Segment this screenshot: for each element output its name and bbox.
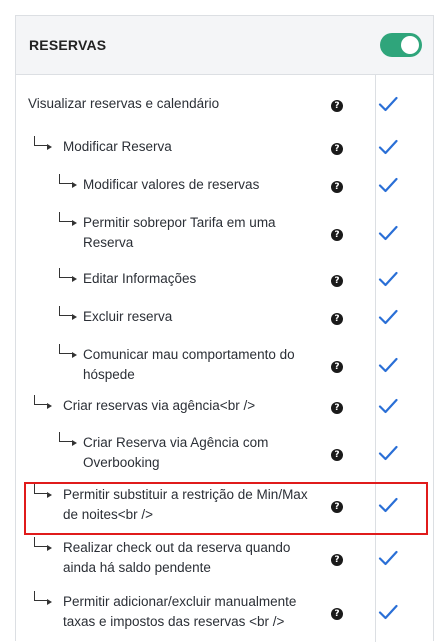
sub-item-arrow-icon [59, 268, 77, 282]
help-icon[interactable]: ? [331, 100, 343, 112]
help-icon[interactable]: ? [331, 313, 343, 325]
checkmark-icon[interactable] [378, 96, 398, 112]
permission-label-line: Permitir sobrepor Tarifa em uma [83, 215, 276, 230]
sub-item-arrow-icon [34, 537, 52, 551]
permission-label: Modificar Reserva [63, 137, 172, 157]
section-header: RESERVAS [16, 16, 433, 75]
permission-label-line: hóspede [83, 367, 135, 382]
sub-item-arrow-icon [34, 136, 52, 150]
help-icon[interactable]: ? [331, 361, 343, 373]
permission-label: Excluir reserva [83, 307, 172, 327]
section-title: RESERVAS [29, 37, 107, 53]
checkmark-icon[interactable] [378, 445, 398, 461]
permission-label-line: Visualizar reservas e calendário [28, 96, 220, 111]
permission-label-line: Permitir adicionar/excluir manualmente [63, 594, 297, 609]
help-icon[interactable]: ? [331, 554, 343, 566]
permission-row: Realizar check out da reserva quando aind… [0, 535, 417, 575]
permission-label-line: Comunicar mau comportamento do [83, 347, 295, 362]
permission-row: Permitir adicionar/excluir manualmente ta… [0, 589, 417, 629]
highlight-box [24, 482, 428, 535]
help-icon[interactable]: ? [331, 181, 343, 193]
sub-item-arrow-icon [59, 174, 77, 188]
checkmark-icon[interactable] [378, 271, 398, 287]
permission-label: Criar Reserva via Agência com Overbooking [83, 433, 268, 473]
help-icon[interactable]: ? [331, 402, 343, 414]
permission-label: Realizar check out da reserva quando aind… [63, 538, 290, 578]
permission-label-line: taxas e impostos das reservas <br /> [63, 614, 285, 629]
permission-label-line: Modificar valores de reservas [83, 177, 260, 192]
permission-label-line: Overbooking [83, 455, 160, 470]
permission-label-line: Criar reservas via agência<br /> [63, 398, 256, 413]
permission-label: Criar reservas via agência<br /> [63, 396, 255, 416]
permission-label-line: Editar Informações [83, 271, 197, 286]
permission-row: Criar reservas via agência<br />? [0, 393, 417, 421]
sub-item-arrow-icon [34, 591, 52, 605]
permission-label: Permitir adicionar/excluir manualmente ta… [63, 592, 296, 632]
permission-row: Comunicar mau comportamento do hóspede? [0, 342, 417, 382]
help-icon[interactable]: ? [331, 275, 343, 287]
help-icon[interactable]: ? [331, 608, 343, 620]
permission-label-line: ainda há saldo pendente [63, 560, 211, 575]
permission-label-line: Realizar check out da reserva quando [63, 540, 291, 555]
permission-row: Criar Reserva via Agência com Overbooking… [0, 430, 417, 470]
help-icon[interactable]: ? [331, 449, 343, 461]
sub-item-arrow-icon [59, 344, 77, 358]
checkmark-icon[interactable] [378, 177, 398, 193]
permission-row: Permitir sobrepor Tarifa em uma Reserva? [0, 210, 417, 250]
section-toggle-switch[interactable] [380, 33, 422, 57]
checkmark-icon[interactable] [378, 225, 398, 241]
sub-item-arrow-icon [59, 306, 77, 320]
permission-row: Excluir reserva? [0, 304, 417, 332]
checkmark-icon[interactable] [378, 550, 398, 566]
sub-item-arrow-icon [59, 432, 77, 446]
checkmark-icon[interactable] [378, 357, 398, 373]
permission-label: Comunicar mau comportamento do hóspede [83, 345, 295, 385]
permission-label-line: Criar Reserva via Agência com [83, 435, 269, 450]
checkmark-icon[interactable] [378, 604, 398, 620]
sub-item-arrow-icon [59, 212, 77, 226]
help-icon[interactable]: ? [331, 143, 343, 155]
permission-label-line: Modificar Reserva [63, 139, 172, 154]
permission-row: Modificar Reserva? [0, 134, 417, 162]
permission-label: Modificar valores de reservas [83, 175, 259, 195]
permission-label-line: Excluir reserva [83, 309, 173, 324]
checkmark-icon[interactable] [378, 139, 398, 155]
checkmark-icon[interactable] [378, 398, 398, 414]
permission-row: Editar Informações? [0, 266, 417, 294]
checkmark-icon[interactable] [378, 309, 398, 325]
toggle-knob [401, 36, 419, 54]
sub-item-arrow-icon [34, 395, 52, 409]
permission-row: Visualizar reservas e calendário? [0, 91, 417, 119]
permission-label-line: Reserva [83, 235, 134, 250]
help-icon[interactable]: ? [331, 229, 343, 241]
permission-label: Visualizar reservas e calendário [28, 94, 219, 114]
permission-label: Editar Informações [83, 269, 196, 289]
permission-row: Modificar valores de reservas? [0, 172, 417, 200]
permission-label: Permitir sobrepor Tarifa em uma Reserva [83, 213, 276, 253]
